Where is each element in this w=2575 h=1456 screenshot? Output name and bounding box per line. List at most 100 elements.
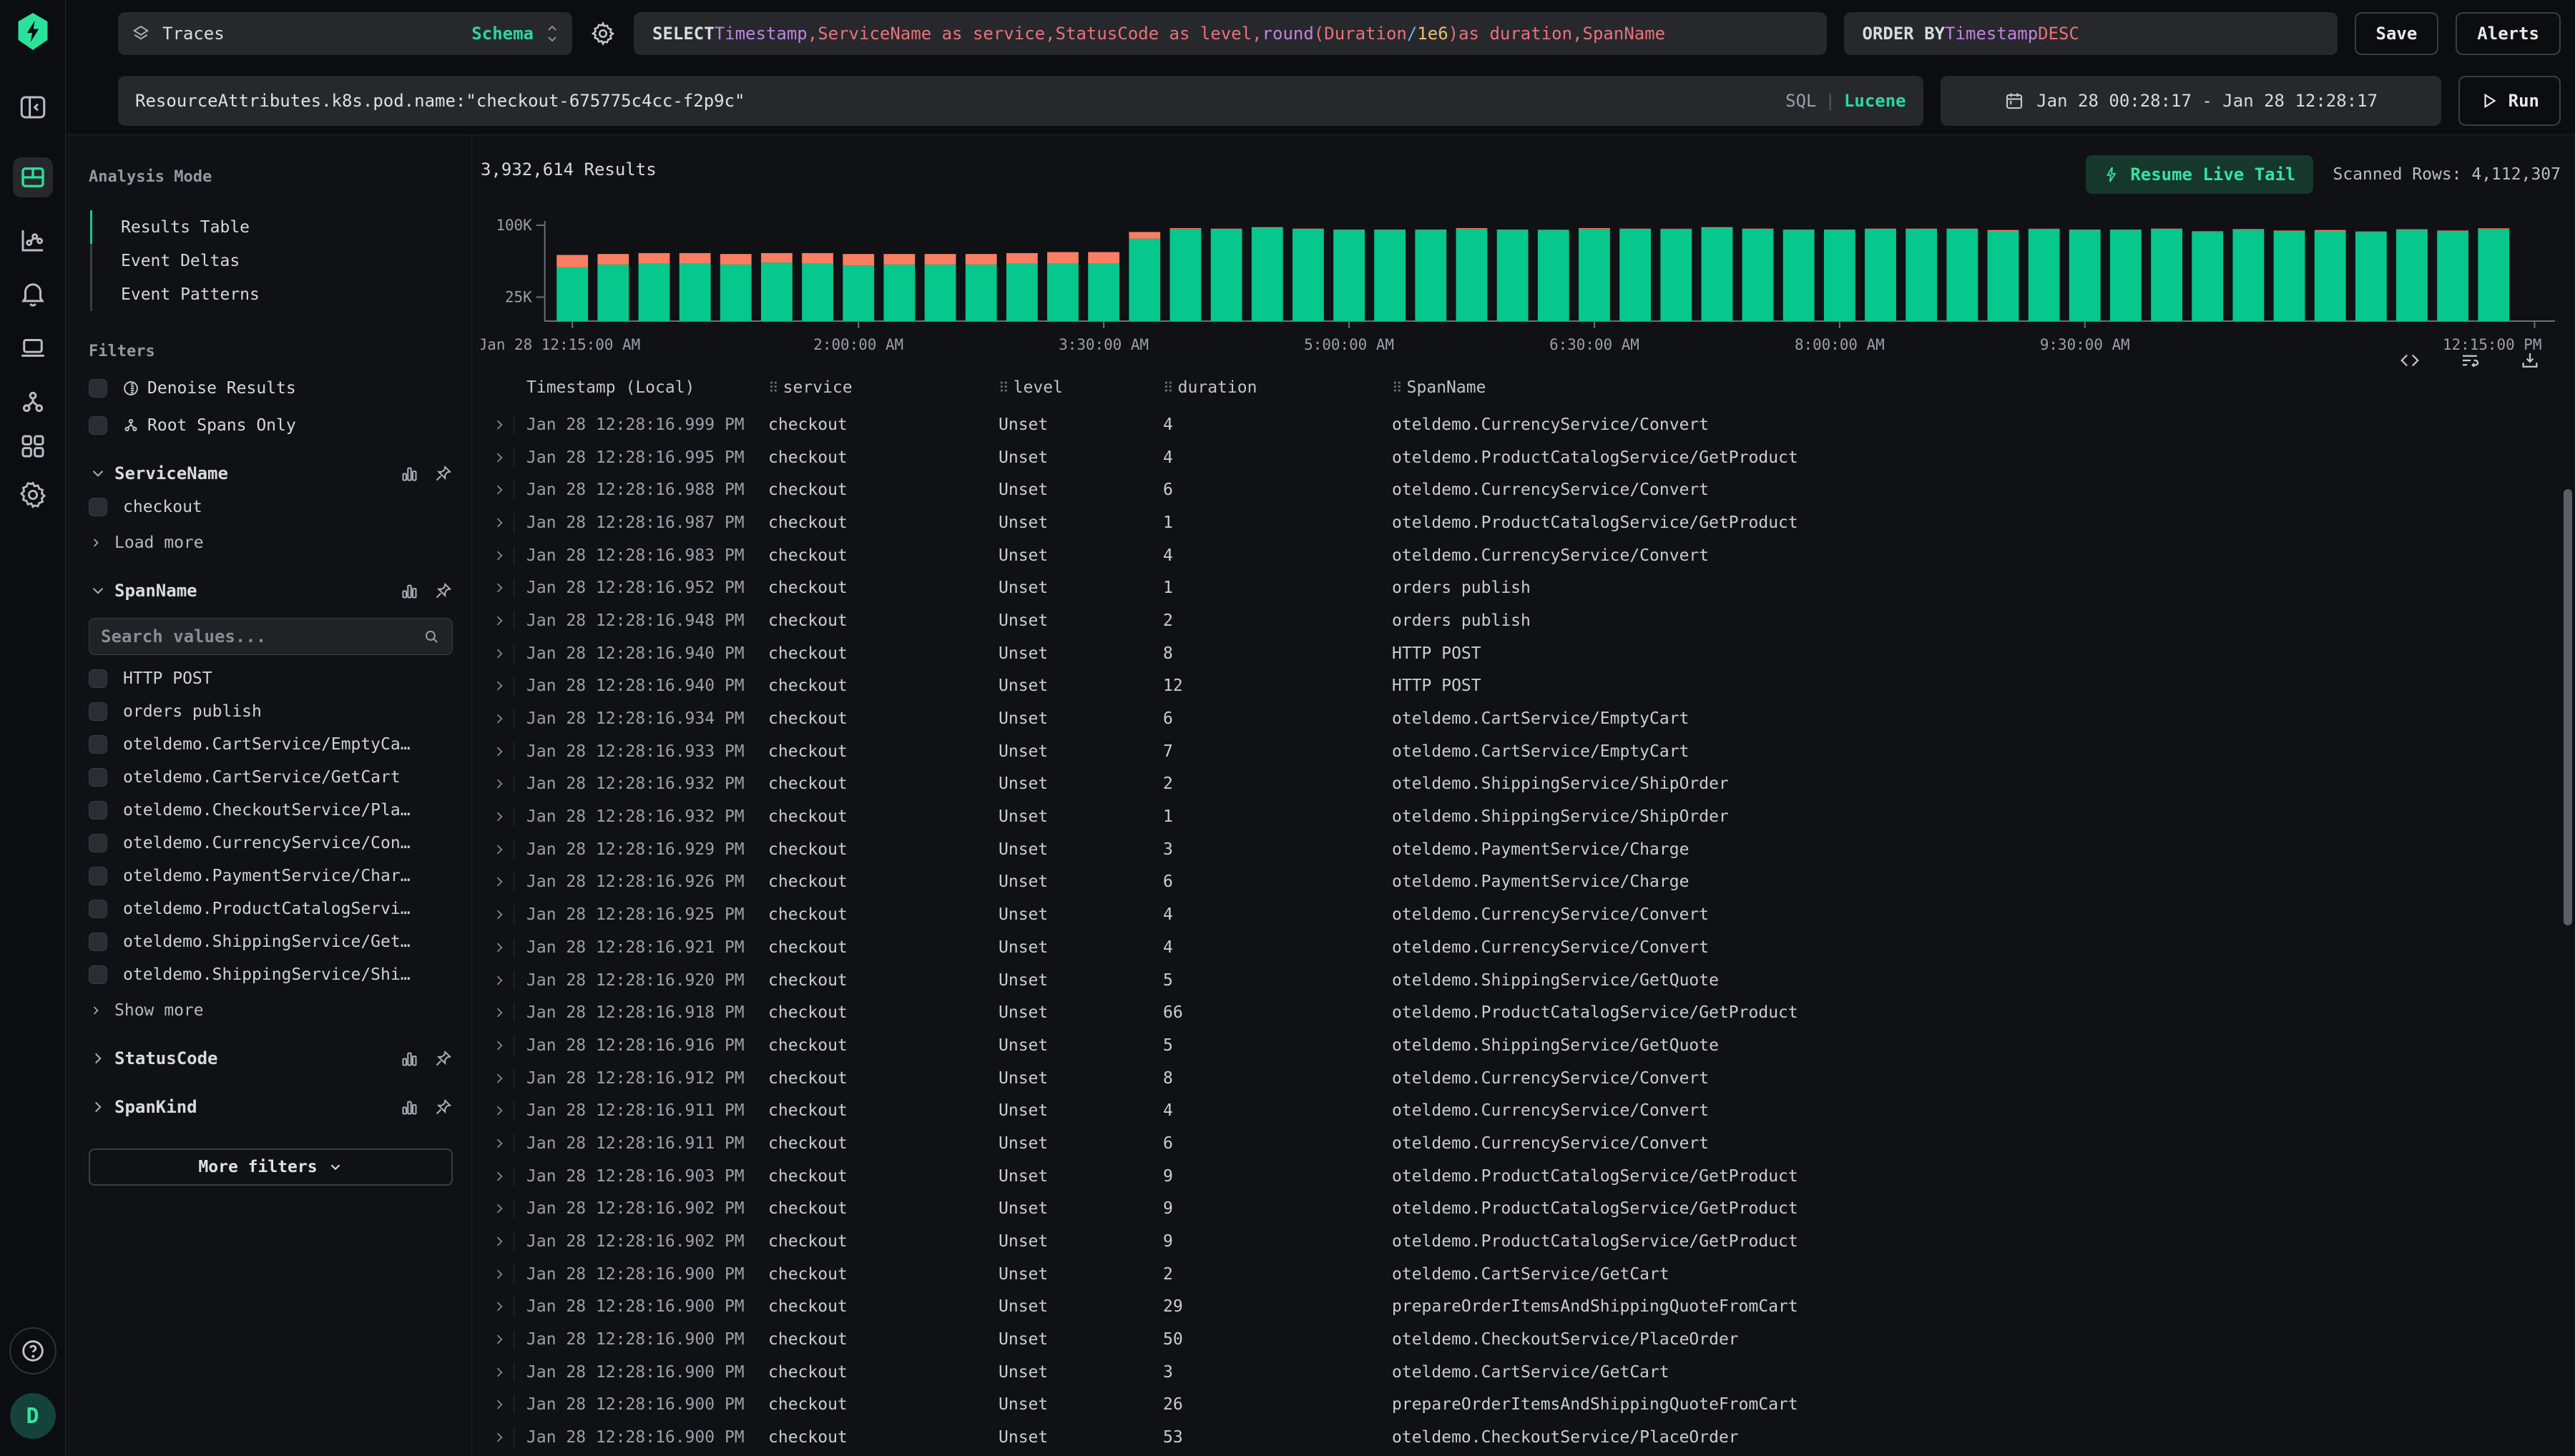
orderby-clause-editor[interactable]: ORDER BY Timestamp DESC bbox=[1844, 12, 2338, 55]
results-histogram[interactable]: 100K25KJan 28 12:15:00 AM2:00:00 AM3:30:… bbox=[481, 214, 2561, 354]
pin-icon[interactable] bbox=[433, 581, 453, 601]
expand-row-icon[interactable] bbox=[481, 1389, 526, 1422]
expand-row-icon[interactable] bbox=[481, 768, 526, 801]
filter-section-header-SpanName[interactable]: SpanName bbox=[89, 581, 453, 601]
expand-row-icon[interactable] bbox=[481, 964, 526, 997]
checkbox[interactable] bbox=[89, 669, 107, 688]
expand-row-icon[interactable] bbox=[481, 996, 526, 1029]
expand-row-icon[interactable] bbox=[481, 1094, 526, 1127]
filter-section-header-StatusCode[interactable]: StatusCode bbox=[89, 1048, 453, 1068]
expand-row-icon[interactable] bbox=[481, 571, 526, 604]
column-chart-icon[interactable] bbox=[400, 1098, 419, 1117]
checkbox[interactable] bbox=[89, 416, 107, 435]
column-header-spanname[interactable]: ⠿SpanName bbox=[1392, 378, 2561, 397]
filter-section-header-SpanKind[interactable]: SpanKind bbox=[89, 1097, 453, 1117]
filter-load-more[interactable]: Load more bbox=[89, 533, 453, 552]
filter-value-item[interactable]: oteldemo.PaymentService/Char… bbox=[89, 867, 453, 885]
expand-row-icon[interactable] bbox=[481, 1160, 526, 1193]
expand-row-icon[interactable] bbox=[481, 473, 526, 506]
filter-section-header-ServiceName[interactable]: ServiceName bbox=[89, 463, 453, 483]
filter-show-more[interactable]: Show more bbox=[89, 1001, 453, 1020]
column-header-duration[interactable]: ⠿duration bbox=[1163, 378, 1392, 397]
table-row[interactable]: Jan 28 12:28:16.929 PM checkout Unset 3 … bbox=[481, 833, 2561, 866]
select-clause-editor[interactable]: SELECT Timestamp, ServiceName as service… bbox=[634, 12, 1827, 55]
table-row[interactable]: Jan 28 12:28:16.911 PM checkout Unset 4 … bbox=[481, 1094, 2561, 1127]
download-icon[interactable] bbox=[2519, 350, 2541, 374]
table-row[interactable]: Jan 28 12:28:16.900 PM checkout Unset 3 … bbox=[481, 1356, 2561, 1389]
search-nav-icon[interactable] bbox=[13, 157, 53, 197]
wrap-lines-icon[interactable] bbox=[2459, 350, 2481, 374]
filter-value-item[interactable]: checkout bbox=[89, 498, 453, 516]
drag-handle-icon[interactable]: ⠿ bbox=[999, 379, 1008, 396]
run-button[interactable]: Run bbox=[2458, 76, 2561, 126]
checkbox[interactable] bbox=[89, 702, 107, 721]
chart-explorer-icon[interactable] bbox=[13, 220, 53, 260]
analysis-mode-event-deltas[interactable]: Event Deltas bbox=[90, 244, 453, 277]
table-row[interactable]: Jan 28 12:28:16.932 PM checkout Unset 1 … bbox=[481, 800, 2561, 833]
expand-row-icon[interactable] bbox=[481, 604, 526, 637]
checkbox[interactable] bbox=[89, 867, 107, 885]
sidebar-collapse-icon[interactable] bbox=[13, 87, 53, 127]
expand-row-icon[interactable] bbox=[481, 506, 526, 539]
table-row[interactable]: Jan 28 12:28:16.900 PM checkout Unset 53… bbox=[481, 1421, 2561, 1454]
service-map-icon[interactable] bbox=[13, 382, 53, 422]
expand-row-icon[interactable] bbox=[481, 637, 526, 670]
expand-row-icon[interactable] bbox=[481, 1291, 526, 1324]
expand-row-icon[interactable] bbox=[481, 800, 526, 833]
table-row[interactable]: Jan 28 12:28:16.918 PM checkout Unset 66… bbox=[481, 996, 2561, 1029]
filter-value-item[interactable]: oteldemo.CartService/GetCart bbox=[89, 768, 453, 787]
app-logo-icon[interactable] bbox=[14, 11, 52, 54]
table-row[interactable]: Jan 28 12:28:16.903 PM checkout Unset 9 … bbox=[481, 1160, 2561, 1193]
source-select[interactable]: Traces Schema bbox=[118, 12, 572, 55]
expand-row-icon[interactable] bbox=[481, 1193, 526, 1226]
table-row[interactable]: Jan 28 12:28:16.983 PM checkout Unset 4 … bbox=[481, 539, 2561, 572]
dashboards-grid-icon[interactable] bbox=[13, 426, 53, 466]
filter-search-input[interactable] bbox=[101, 626, 422, 646]
alerts-button[interactable]: Alerts bbox=[2456, 12, 2561, 55]
mode-lucene-toggle[interactable]: Lucene bbox=[1844, 91, 1906, 111]
filter-value-item[interactable]: orders publish bbox=[89, 702, 453, 721]
analysis-mode-event-patterns[interactable]: Event Patterns bbox=[90, 277, 453, 311]
checkbox[interactable] bbox=[89, 768, 107, 787]
filter-value-item[interactable]: oteldemo.CurrencyService/Con… bbox=[89, 834, 453, 852]
table-row[interactable]: Jan 28 12:28:16.916 PM checkout Unset 5 … bbox=[481, 1029, 2561, 1062]
table-row[interactable]: Jan 28 12:28:16.999 PM checkout Unset 4 … bbox=[481, 408, 2561, 441]
filter-value-item[interactable]: oteldemo.CheckoutService/Pla… bbox=[89, 801, 453, 820]
table-row[interactable]: Jan 28 12:28:16.932 PM checkout Unset 2 … bbox=[481, 768, 2561, 801]
checkbox[interactable] bbox=[89, 965, 107, 984]
table-row[interactable]: Jan 28 12:28:16.926 PM checkout Unset 6 … bbox=[481, 866, 2561, 899]
expand-row-icon[interactable] bbox=[481, 1029, 526, 1062]
sessions-laptop-icon[interactable] bbox=[13, 328, 53, 368]
table-row[interactable]: Jan 28 12:28:16.995 PM checkout Unset 4 … bbox=[481, 441, 2561, 474]
expand-row-icon[interactable] bbox=[481, 539, 526, 572]
filter-value-item[interactable]: oteldemo.ShippingService/Get… bbox=[89, 933, 453, 951]
pin-icon[interactable] bbox=[433, 464, 453, 483]
column-header-level[interactable]: ⠿level bbox=[999, 378, 1163, 397]
table-row[interactable]: Jan 28 12:28:16.952 PM checkout Unset 1 … bbox=[481, 571, 2561, 604]
toggle-denoise-results[interactable]: Denoise Results bbox=[89, 379, 453, 398]
checkbox[interactable] bbox=[89, 834, 107, 852]
expand-row-icon[interactable] bbox=[481, 1258, 526, 1291]
expand-row-icon[interactable] bbox=[481, 702, 526, 735]
filter-value-item[interactable]: oteldemo.ProductCatalogServi… bbox=[89, 900, 453, 918]
pin-icon[interactable] bbox=[433, 1049, 453, 1068]
expand-row-icon[interactable] bbox=[481, 670, 526, 703]
resume-live-tail-button[interactable]: Resume Live Tail bbox=[2086, 155, 2312, 194]
schema-button[interactable]: Schema bbox=[471, 24, 534, 44]
checkbox[interactable] bbox=[89, 900, 107, 918]
table-row[interactable]: Jan 28 12:28:16.912 PM checkout Unset 8 … bbox=[481, 1062, 2561, 1095]
table-row[interactable]: Jan 28 12:28:16.940 PM checkout Unset 12… bbox=[481, 670, 2561, 703]
expand-row-icon[interactable] bbox=[481, 1356, 526, 1389]
alerts-bell-icon[interactable] bbox=[13, 273, 53, 313]
table-row[interactable]: Jan 28 12:28:16.987 PM checkout Unset 1 … bbox=[481, 506, 2561, 539]
table-row[interactable]: Jan 28 12:28:16.934 PM checkout Unset 6 … bbox=[481, 702, 2561, 735]
filter-value-item[interactable]: HTTP POST bbox=[89, 669, 453, 688]
view-source-code-icon[interactable] bbox=[2399, 350, 2420, 374]
table-row[interactable]: Jan 28 12:28:16.940 PM checkout Unset 8 … bbox=[481, 637, 2561, 670]
expand-row-icon[interactable] bbox=[481, 1062, 526, 1095]
column-chart-icon[interactable] bbox=[400, 464, 419, 483]
checkbox[interactable] bbox=[89, 498, 107, 516]
table-row[interactable]: Jan 28 12:28:16.900 PM checkout Unset 26… bbox=[481, 1389, 2561, 1422]
table-row[interactable]: Jan 28 12:28:16.900 PM checkout Unset 50… bbox=[481, 1323, 2561, 1356]
checkbox[interactable] bbox=[89, 379, 107, 398]
